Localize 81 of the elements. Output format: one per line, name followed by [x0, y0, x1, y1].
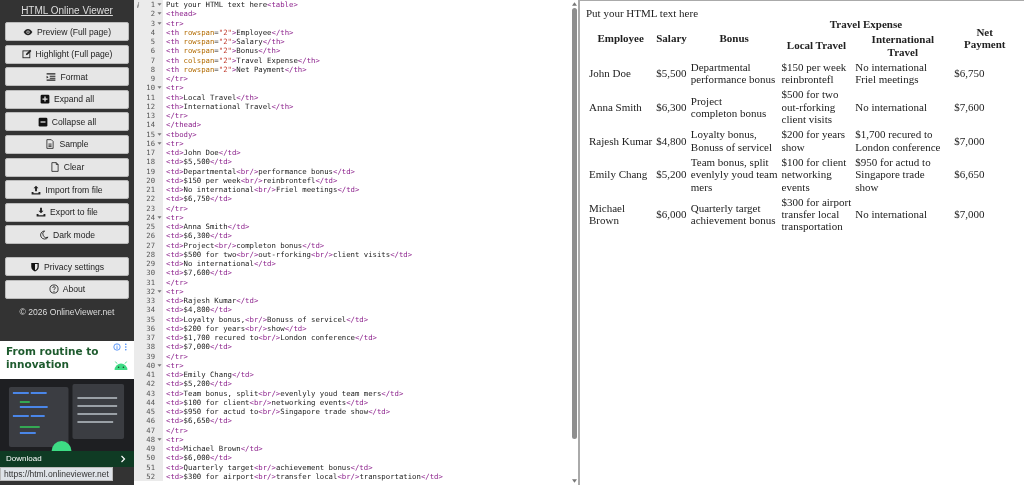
upload-icon — [31, 184, 42, 195]
shield-icon — [29, 261, 40, 272]
table-cell-text: Quarterly target achievement bonus — [689, 201, 777, 229]
table-cell-text: $500 for two out-rforking client visits — [780, 87, 840, 127]
fold-arrow-icon[interactable] — [156, 11, 162, 17]
sidebar-button[interactable]: Privacy settings — [5, 257, 129, 277]
table-cell-text: John Doe — [588, 66, 632, 82]
sidebar-button[interactable]: About — [5, 279, 129, 299]
table-cell-text: $5,500 — [655, 66, 688, 82]
copyright-text: © 2026 OnlineViewer.net — [19, 306, 115, 317]
table-cell-text: Anna Smith — [588, 99, 643, 115]
column-header: International Travel — [870, 32, 935, 59]
column-header: Travel Expense — [828, 17, 904, 32]
table-cell-text: $950 for actud to Singapore trade show — [854, 154, 932, 194]
table-cell: $300 for airport transfer local transportation — [780, 194, 853, 234]
column-header: Salary — [655, 30, 688, 46]
site-title-link[interactable]: HTML Online Viewer — [21, 5, 113, 16]
scrollbar[interactable] — [571, 0, 578, 485]
sidebar-button[interactable]: Import from file — [5, 180, 129, 200]
table-cell-text: $7,600 — [953, 99, 986, 115]
table-cell-text: Rajesh Kumar — [588, 133, 654, 149]
table-cell-text: Emily Chang — [588, 167, 649, 183]
column-header: Bonus — [718, 30, 750, 46]
moon-icon — [39, 229, 49, 240]
plus-square-icon — [39, 94, 50, 105]
table-cell-text: Michael Brown — [588, 201, 627, 229]
scroll-down-arrow-icon[interactable] — [572, 479, 577, 483]
question-circle-icon — [48, 284, 59, 295]
fold-arrow-icon[interactable] — [156, 20, 162, 26]
table-cell-text: $6,650 — [953, 167, 986, 183]
download-icon — [36, 207, 47, 218]
sidebar-button[interactable]: Format — [5, 67, 129, 87]
table-cell-text: $150 per week reinbrontefl — [780, 59, 848, 87]
sidebar-button[interactable]: Sample — [5, 134, 129, 154]
indent-lines-icon — [46, 71, 57, 82]
fold-arrow-icon[interactable] — [156, 362, 162, 368]
table-cell-text: $1,700 recured to London conference — [854, 127, 942, 154]
fold-arrow-icon[interactable] — [156, 140, 162, 146]
table-cell-text: $6,300 — [655, 99, 688, 115]
table-cell: Team bonus, split evenlyly youd team mers — [689, 154, 779, 194]
blank-page-icon — [49, 162, 60, 173]
info-menu-icon[interactable] — [113, 342, 129, 351]
table-cell-text: $7,000 — [953, 207, 986, 223]
table-cell-text: No international — [854, 207, 928, 223]
pencil-edit-icon — [21, 49, 32, 60]
robot-icon — [113, 360, 129, 371]
scroll-up-arrow-icon[interactable] — [572, 2, 577, 6]
sidebar-button[interactable]: Preview (Full page) — [5, 22, 129, 41]
table-cell-text: $200 for years show — [780, 127, 847, 154]
table-cell-text: $5,200 — [655, 167, 688, 183]
chevron-right-icon — [120, 454, 126, 463]
table-cell-text: $100 for client networking events — [780, 154, 848, 194]
fold-arrow-icon[interactable] — [156, 436, 162, 442]
table-cell-text: Departmental performance bonus — [689, 59, 777, 87]
fold-arrow-icon[interactable] — [156, 214, 162, 220]
fold-arrow-icon[interactable] — [156, 2, 162, 8]
table-cell-text: Project completon bonus — [689, 93, 768, 121]
fold-arrow-icon[interactable] — [156, 131, 162, 137]
fold-arrow-icon[interactable] — [156, 85, 162, 91]
sidebar-button[interactable]: Collapse all — [5, 112, 129, 132]
eye-icon — [23, 26, 33, 37]
sidebar-button[interactable]: Export to file — [5, 202, 129, 222]
table-cell-text: No international — [854, 99, 928, 115]
sidebar-button[interactable]: Clear — [5, 157, 129, 177]
table-cell-text: $7,000 — [953, 133, 986, 149]
table-cell-text: $4,800 — [655, 133, 688, 149]
fold-arrow-icon[interactable] — [156, 288, 162, 294]
minus-square-icon — [37, 116, 48, 127]
column-header: Net Payment — [962, 24, 1007, 52]
column-header: Local Travel — [785, 38, 847, 54]
sidebar-button[interactable]: Expand all — [5, 89, 129, 109]
table-cell-text: Loyalty bonus, Bonuss of servicel — [689, 127, 774, 154]
sidebar-button[interactable]: Dark mode — [5, 225, 129, 245]
table-cell-text: No international Friel meetings — [854, 59, 928, 87]
column-header: Employee — [596, 30, 645, 46]
table-cell-text: $6,000 — [655, 207, 688, 223]
document-icon — [45, 139, 56, 150]
sidebar-button[interactable]: Highlight (Full page) — [5, 44, 129, 64]
ad-headline: From routine to innovation — [6, 344, 100, 371]
table-cell-text: $6,750 — [953, 66, 986, 82]
preview-text: Put your HTML text here — [586, 7, 699, 20]
